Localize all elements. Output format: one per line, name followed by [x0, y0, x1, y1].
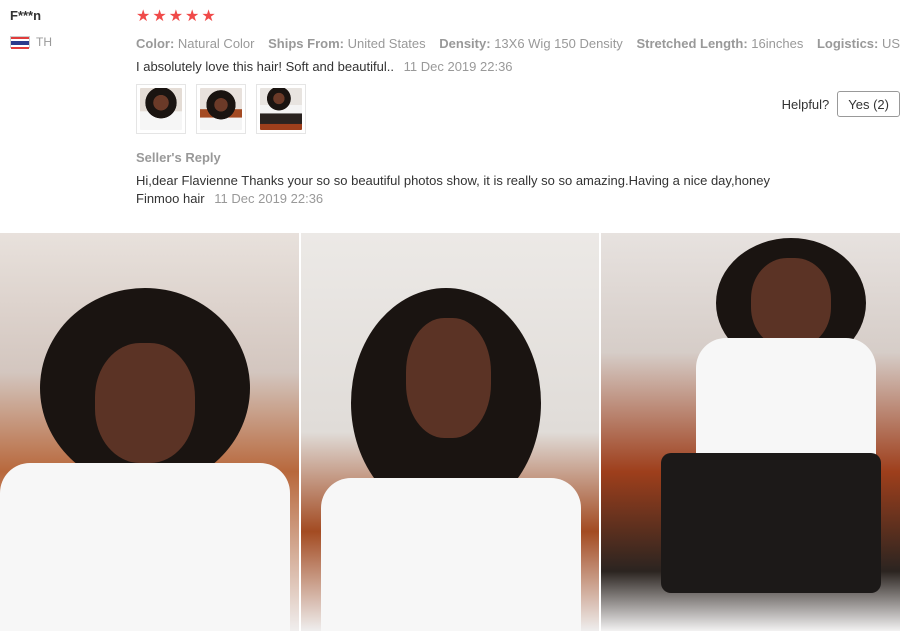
rating-stars: ★ ★ ★ ★ ★: [136, 8, 900, 26]
attr-label: Color:: [136, 36, 175, 51]
review-block: ★ ★ ★ ★ ★ Color: Natural Color Ships Fro…: [136, 8, 900, 206]
thailand-flag-icon: [10, 36, 30, 49]
attr-stretched-length: Stretched Length: 16inches: [636, 36, 807, 51]
review-thumbnail[interactable]: [136, 84, 186, 134]
star-icon: ★: [168, 8, 184, 25]
review-photo[interactable]: [300, 233, 600, 631]
reviewer-country: TH: [10, 35, 52, 49]
review-photo[interactable]: [0, 233, 299, 631]
product-attributes: Color: Natural Color Ships From: United …: [136, 36, 900, 51]
attr-color: Color: Natural Color: [136, 36, 258, 51]
attr-value: USPS: [882, 36, 900, 51]
helpful-yes-button[interactable]: Yes (2): [837, 91, 900, 117]
seller-reply-date: 11 Dec 2019 22:36: [214, 191, 324, 206]
attr-label: Ships From:: [268, 36, 344, 51]
review-photos: [0, 233, 900, 631]
seller-name: Finmoo hair: [136, 191, 205, 206]
review-photo[interactable]: [601, 233, 900, 631]
attr-density: Density: 13X6 Wig 150 Density: [439, 36, 626, 51]
helpful-label: Helpful?: [781, 96, 830, 112]
seller-reply: Seller's Reply Hi,dear Flavienne Thanks …: [136, 150, 900, 206]
attr-label: Stretched Length:: [636, 36, 748, 51]
helpful-section: Helpful? Yes (2): [782, 91, 900, 117]
star-icon: ★: [185, 8, 200, 25]
attr-value: Natural Color: [177, 36, 255, 51]
attr-label: Logistics:: [816, 36, 879, 51]
review-thumbnail[interactable]: [196, 84, 246, 134]
star-icon: ★: [152, 8, 167, 25]
reviewer-info: F***n TH: [10, 8, 52, 49]
review-text: I absolutely love this hair! Soft and be…: [136, 59, 394, 74]
reviewer-name: F***n: [10, 8, 42, 23]
star-icon: ★: [201, 8, 216, 25]
country-code: TH: [36, 35, 52, 49]
review-date: 11 Dec 2019 22:36: [403, 59, 513, 74]
review-thumbnail[interactable]: [256, 84, 306, 134]
seller-reply-meta: Finmoo hair 11 Dec 2019 22:36: [136, 191, 900, 206]
review-content: I absolutely love this hair! Soft and be…: [136, 59, 900, 74]
attr-ships-from: Ships From: United States: [268, 36, 429, 51]
attr-value: United States: [347, 36, 426, 51]
attr-label: Density:: [439, 36, 491, 51]
star-icon: ★: [136, 8, 151, 25]
attr-value: 16inches: [751, 36, 804, 51]
attr-logistics: Logistics: USPS: [817, 36, 900, 51]
seller-reply-title: Seller's Reply: [136, 150, 221, 165]
attr-value: 13X6 Wig 150 Density: [494, 36, 623, 51]
seller-reply-text: Hi,dear Flavienne Thanks your so so beau…: [136, 173, 770, 188]
